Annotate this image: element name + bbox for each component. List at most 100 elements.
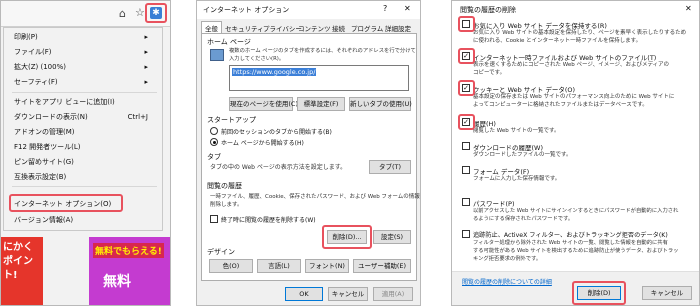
tab-content[interactable]: コンテンツ: [298, 23, 331, 33]
internet-options-dialog: インターネット オプション ? ✕ 全般 セキュリティ プライバシー コンテンツ…: [196, 0, 421, 306]
gear-highlight: [145, 3, 167, 23]
dialog-title: インターネット オプション: [203, 6, 290, 14]
tools-menu: 印刷(P) ▸ ファイル(F) ▸ 拡大(Z) (100%) ▸ セーフティ(F) ▸ …: [3, 27, 163, 199]
tab-bar: 全般 セキュリティ プライバシー コンテンツ 接続 プログラム 詳細設定: [201, 21, 417, 34]
delete-on-exit-label: 終了時に閲覧の履歴を削除する(W): [221, 217, 316, 224]
home-desc-1: 複数のホーム ページのタブを作成するには、それぞれのアドレスを行で分けて: [229, 48, 416, 54]
keep-favorites-desc-1: お気に入り Web サイトの基本設定を保持したり、ページを素早く表示したりするた…: [473, 30, 687, 36]
startup-opt1-label: 前回のセッションのタブから開始する(B): [221, 129, 332, 136]
menu-item-label: ダウンロードの表示(N): [14, 113, 88, 121]
favorites-star-icon[interactable]: ☆: [135, 6, 145, 19]
color-button[interactable]: 色(O): [209, 259, 253, 273]
cookies-highlight: [458, 80, 475, 96]
browser-toolbar: ⌂ ☆ ✱: [1, 1, 170, 27]
apply-button[interactable]: 適用(A): [373, 287, 413, 301]
homepage-url-value: https://www.google.co.jp/: [232, 68, 317, 76]
keep-favorites-highlight: [458, 16, 475, 32]
banner-right-bottom-text: 無料: [103, 274, 131, 290]
close-icon[interactable]: ✕: [685, 4, 692, 13]
home-group-label: ホーム ページ: [207, 38, 251, 46]
ie-tools-menu-panel: ⌂ ☆ ✱ 印刷(P) ▸ ファイル(F) ▸ 拡大(Z) (100%) ▸ セーフテ…: [0, 0, 171, 306]
keep-favorites-desc-2: に使われる、Cookie とインターネット一時ファイルを保持します。: [473, 38, 642, 44]
delete-history-dialog: 閲覧の履歴の削除 ✕ お気に入り Web サイト データを保持する(R) お気に…: [451, 0, 700, 306]
startup-last-session-radio[interactable]: [210, 127, 218, 135]
menu-item-pinned[interactable]: ピン留めサイト(G): [14, 155, 154, 170]
menu-item-compat[interactable]: 互換表示設定(B): [14, 170, 154, 185]
menu-item-zoom[interactable]: 拡大(Z) (100%) ▸: [14, 60, 154, 75]
menu-item-label: F12 開発者ツール(L): [14, 143, 81, 151]
history-desc: 閲覧した Web サイトの一覧です。: [473, 128, 560, 134]
tab-programs[interactable]: プログラム: [351, 23, 383, 33]
tabs-button[interactable]: タブ(T): [369, 160, 411, 174]
menu-item-about[interactable]: バージョン情報(A): [14, 213, 154, 228]
temp-files-highlight: [458, 48, 475, 64]
history-desc-2: 削除します。: [210, 202, 243, 208]
homepage-icon: [210, 49, 224, 61]
homepage-url-field[interactable]: https://www.google.co.jp/: [229, 65, 409, 91]
menu-item-label: ピン留めサイト(G): [14, 158, 74, 166]
history-settings-button[interactable]: 設定(S): [373, 230, 411, 244]
tracking-desc-3: キング拒否要求の例外です。: [473, 256, 542, 262]
use-default-button[interactable]: 標準設定(F): [297, 97, 345, 111]
submenu-arrow-icon: ▸: [144, 33, 148, 41]
tracking-desc-2: する可能性がある Web サイトを検出するために追跡防止が使うデータ、およびトラ…: [473, 248, 679, 254]
temp-files-desc-1: 表示を速くするためにコピーされた Web ページ、イメージ、およびメディアの: [473, 62, 670, 68]
menu-item-label: アドオンの管理(M): [14, 128, 75, 136]
form-data-desc: フォームに入力した保存情報です。: [473, 176, 561, 182]
menu-item-safety[interactable]: セーフティ(F) ▸: [14, 75, 154, 90]
menu-item-label: バージョン情報(A): [14, 216, 74, 224]
menu-item-label: 互換表示設定(B): [14, 173, 67, 181]
help-icon[interactable]: ?: [383, 4, 387, 13]
submenu-arrow-icon: ▸: [144, 78, 148, 86]
cookies-desc-2: よってコンピューターに格納されたファイルまたはデータベースです。: [473, 102, 648, 108]
menu-separator: [12, 92, 157, 93]
dialog-titlebar: インターネット オプション ? ✕: [197, 1, 420, 19]
download-history-checkbox[interactable]: [462, 142, 470, 150]
delete-button-highlight: [572, 281, 626, 305]
banner-left: にかく ポイント!: [1, 237, 43, 305]
menu-item-addons[interactable]: アドオンの管理(M): [14, 125, 154, 140]
tabs-group-label: タブ: [207, 153, 221, 161]
home-desc-2: 入力してください(R)。: [229, 56, 285, 62]
learn-more-link[interactable]: 閲覧の履歴の削除についての詳細: [462, 277, 552, 286]
tab-security[interactable]: セキュリティ: [225, 23, 264, 33]
download-history-desc: ダウンロードしたファイルの一覧です。: [473, 152, 572, 158]
tab-advanced[interactable]: 詳細設定: [385, 23, 411, 33]
use-new-tab-button[interactable]: 新しいタブの使用(U): [349, 97, 412, 111]
history-group-label: 閲覧の履歴: [207, 182, 242, 190]
tab-connections[interactable]: 接続: [332, 23, 345, 33]
dialog-titlebar: 閲覧の履歴の削除 ✕: [452, 1, 699, 17]
close-icon[interactable]: ✕: [404, 4, 411, 13]
ok-button[interactable]: OK: [285, 287, 323, 301]
passwords-checkbox[interactable]: [462, 198, 470, 206]
design-group-label: デザイン: [207, 248, 235, 256]
accessibility-button[interactable]: ユーザー補助(E): [353, 259, 411, 273]
menu-item-file[interactable]: ファイル(F) ▸: [14, 45, 154, 60]
tabs-desc: タブの中の Web ページの表示方法を設定します。: [210, 164, 347, 171]
font-button[interactable]: フォント(N): [305, 259, 349, 273]
banner-right: 無料でもらえる! 無料: [89, 237, 170, 305]
language-button[interactable]: 言語(L): [257, 259, 301, 273]
menu-item-print[interactable]: 印刷(P) ▸: [14, 30, 154, 45]
use-current-button[interactable]: 現在のページを使用(C): [229, 97, 298, 111]
tab-privacy[interactable]: プライバシー: [263, 23, 302, 33]
startup-group-label: スタートアップ: [207, 116, 256, 124]
history-highlight: [458, 114, 475, 130]
cancel-button[interactable]: キャンセル: [328, 287, 368, 301]
tracking-label: 追跡防止、ActiveX フィルター、およびトラッキング拒否のデータ(K): [473, 232, 668, 239]
menu-item-downloads[interactable]: ダウンロードの表示(N) Ctrl+J: [14, 110, 154, 125]
passwords-desc-1: 以前アクセスした Web サイトにサインインするときにパスワードが自動的に入力さ…: [473, 208, 679, 214]
tracking-checkbox[interactable]: [462, 230, 470, 238]
cancel-button[interactable]: キャンセル: [642, 286, 692, 300]
delete-on-exit-checkbox[interactable]: [210, 215, 218, 223]
menu-item-add-site[interactable]: サイトをアプリ ビューに追加(I): [14, 95, 154, 110]
menu-item-devtools[interactable]: F12 開発者ツール(L): [14, 140, 154, 155]
passwords-desc-2: るようにする保存されたパスワードです。: [473, 216, 574, 222]
internet-options-highlight: [9, 194, 123, 212]
form-data-checkbox[interactable]: [462, 166, 470, 174]
startup-home-radio[interactable]: [210, 138, 218, 146]
menu-item-label: サイトをアプリ ビューに追加(I): [14, 98, 115, 106]
menu-separator: [12, 186, 157, 187]
startup-opt2-label: ホーム ページから開始する(H): [221, 140, 304, 147]
home-icon[interactable]: ⌂: [119, 7, 126, 20]
